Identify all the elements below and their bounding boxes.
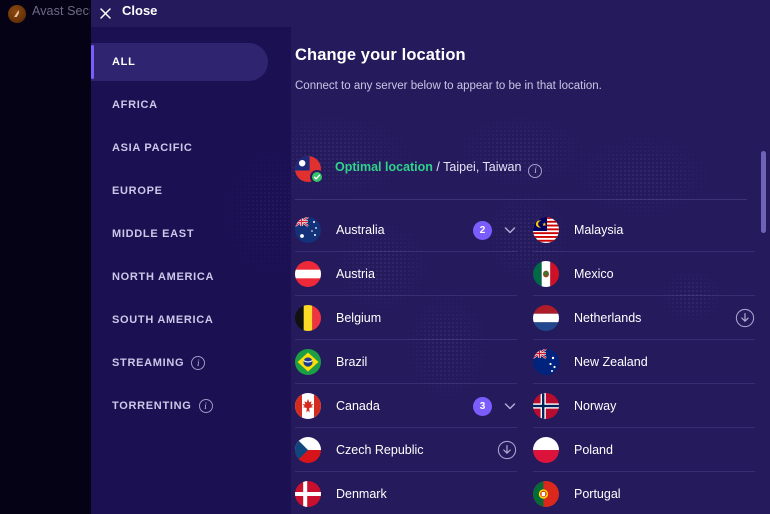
sidebar-item-middle-east[interactable]: MIDDLE EAST	[91, 215, 268, 253]
sidebar-item-europe[interactable]: EUROPE	[91, 172, 268, 210]
country-row-actions: 3	[473, 384, 517, 428]
country-name: Netherlands	[574, 310, 642, 325]
norway-flag-icon	[533, 392, 559, 419]
info-icon[interactable]: i	[191, 356, 206, 370]
sidebar-item-label: ALL	[112, 56, 136, 68]
sidebar-item-south-america[interactable]: SOUTH AMERICA	[91, 301, 268, 339]
sidebar-item-label: STREAMING	[112, 357, 185, 369]
sidebar-item-streaming[interactable]: STREAMING i	[91, 344, 268, 382]
sidebar-item-all[interactable]: ALL	[91, 43, 268, 81]
sidebar-item-label: NORTH AMERICA	[112, 271, 215, 283]
canada-flag-icon	[295, 392, 321, 419]
sidebar-item-asia-pacific[interactable]: ASIA PACIFIC	[91, 129, 268, 167]
optimal-location-row[interactable]: Optimal location / Taipei, Taiwan i	[295, 149, 750, 189]
czech-republic-flag-icon	[295, 436, 321, 463]
country-name: Poland	[574, 442, 613, 457]
sidebar-item-label: EUROPE	[112, 185, 163, 197]
page-title: Change your location	[295, 46, 466, 64]
portugal-flag-icon	[533, 480, 559, 507]
download-icon[interactable]	[497, 440, 517, 460]
country-name: Belgium	[336, 310, 382, 325]
country-row[interactable]: Norway	[533, 384, 755, 428]
sidebar-item-label: TORRENTING	[112, 400, 192, 412]
download-icon[interactable]	[735, 308, 755, 328]
country-row[interactable]: Austria	[295, 252, 517, 296]
country-row[interactable]: Belgium	[295, 296, 517, 340]
sidebar-item-north-america[interactable]: NORTH AMERICA	[91, 258, 268, 296]
country-name: Canada	[336, 398, 380, 413]
new-zealand-flag-icon	[533, 348, 559, 375]
country-row-actions: 2	[473, 208, 517, 252]
optimal-location-text: Optimal location / Taipei, Taiwan i	[335, 160, 543, 178]
sidebar-item-label: SOUTH AMERICA	[112, 314, 214, 326]
country-row[interactable]: Canada 3	[295, 384, 517, 428]
malaysia-flag-icon	[533, 216, 559, 243]
country-name: Czech Republic	[336, 442, 424, 457]
avast-logo-icon	[8, 5, 26, 23]
country-row[interactable]: Denmark	[295, 472, 517, 514]
netherlands-flag-icon	[533, 304, 559, 331]
optimal-divider	[295, 199, 747, 200]
country-name: Malaysia	[574, 222, 624, 237]
australia-flag-icon	[295, 216, 321, 243]
sidebar-item-torrenting[interactable]: TORRENTING i	[91, 387, 268, 425]
country-name: Norway	[574, 398, 617, 413]
locations-panel: Change your location Connect to any serv…	[291, 27, 770, 514]
page-subtitle: Connect to any server below to appear to…	[295, 80, 602, 92]
country-row[interactable]: Brazil	[295, 340, 517, 384]
country-row[interactable]: Australia 2	[295, 208, 517, 252]
country-name: New Zealand	[574, 354, 648, 369]
belgium-flag-icon	[295, 304, 321, 331]
sidebar-item-label: AFRICA	[112, 99, 158, 111]
info-icon[interactable]: i	[198, 399, 213, 413]
country-name: Mexico	[574, 266, 614, 281]
desktop-backdrop	[0, 0, 91, 514]
category-sidebar: ALL AFRICA ASIA PACIFIC EUROPE MIDDLE EAST NO…	[91, 27, 291, 514]
server-count-badge: 3	[473, 396, 492, 416]
country-row[interactable]: Netherlands	[533, 296, 755, 340]
chevron-down-icon[interactable]	[503, 223, 517, 237]
austria-flag-icon	[295, 260, 321, 287]
app-title: Avast Secu	[32, 4, 90, 18]
optimal-info-icon[interactable]: i	[528, 163, 543, 178]
server-count-badge: 2	[473, 220, 492, 240]
title-bar-right-area	[91, 0, 770, 27]
country-row[interactable]: Poland	[533, 428, 755, 472]
country-row[interactable]: Portugal	[533, 472, 755, 514]
close-button[interactable]: Close	[122, 3, 157, 18]
connected-check-icon	[310, 170, 324, 184]
country-row-actions	[497, 428, 517, 472]
optimal-location-label: Optimal location	[335, 160, 433, 175]
country-row[interactable]: New Zealand	[533, 340, 755, 384]
country-name: Portugal	[574, 486, 621, 501]
country-row[interactable]: Mexico	[533, 252, 755, 296]
country-row-actions	[735, 296, 755, 340]
country-row[interactable]: Czech Republic	[295, 428, 517, 472]
taiwan-flag-icon	[295, 156, 324, 184]
country-row[interactable]: Malaysia	[533, 208, 755, 252]
country-name: Austria	[336, 266, 375, 281]
denmark-flag-icon	[295, 480, 321, 507]
country-column-right: Malaysia Mexico Netherlands New Zealand Norw…	[533, 208, 755, 514]
scrollbar-thumb[interactable]	[761, 151, 766, 233]
chevron-down-icon[interactable]	[503, 399, 517, 413]
sidebar-item-africa[interactable]: AFRICA	[91, 86, 268, 124]
country-name: Australia	[336, 222, 385, 237]
sidebar-item-label: MIDDLE EAST	[112, 228, 195, 240]
mexico-flag-icon	[533, 260, 559, 287]
country-column-left: Australia 2 Austria Belgium Brazil Canada 3 Cze…	[295, 208, 517, 514]
vpn-location-window: Avast Secu Close ALL AFRICA ASIA PACIFIC EU…	[0, 0, 770, 514]
brazil-flag-icon	[295, 348, 321, 375]
optimal-city: Taipei, Taiwan	[443, 160, 522, 175]
poland-flag-icon	[533, 436, 559, 463]
sidebar-item-label: ASIA PACIFIC	[112, 142, 193, 154]
country-name: Brazil	[336, 354, 368, 369]
close-x-icon[interactable]	[98, 6, 113, 21]
title-bar: Avast Secu Close	[0, 0, 770, 27]
country-name: Denmark	[336, 486, 387, 501]
